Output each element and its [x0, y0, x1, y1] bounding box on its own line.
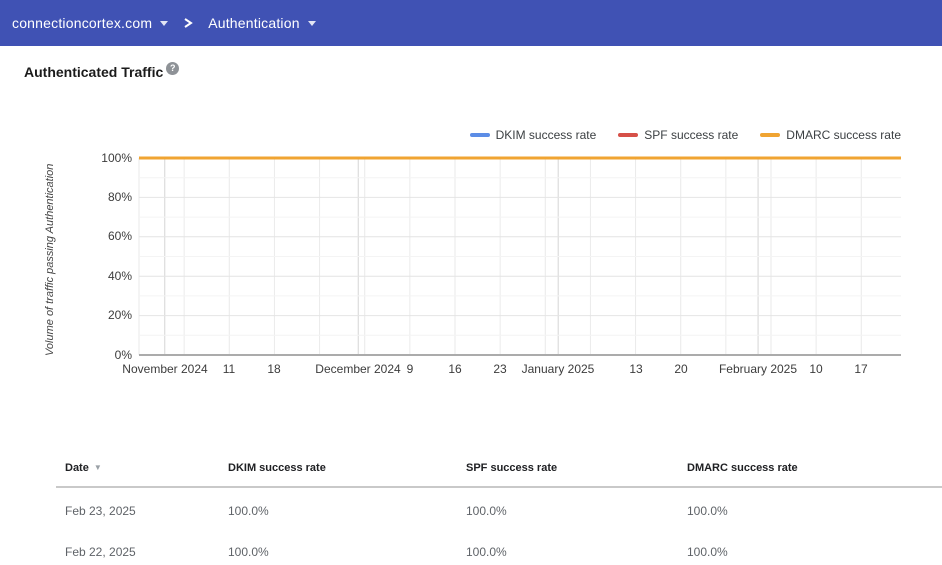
legend-swatch-icon	[760, 133, 780, 137]
page-header: Authenticated Traffic ?	[24, 64, 179, 80]
x-axis-tick: 10	[809, 362, 822, 376]
chevron-down-icon	[308, 21, 316, 26]
authenticated-traffic-chart: DKIM success rate SPF success rate DMARC s…	[0, 120, 942, 400]
help-icon[interactable]: ?	[166, 62, 179, 75]
y-axis-tick: 0%	[52, 348, 132, 363]
x-axis-tick: December 2024	[315, 362, 400, 376]
top-nav: connectioncortex.com Authentication	[0, 0, 942, 46]
legend-label: DKIM success rate	[496, 128, 597, 142]
legend-label: SPF success rate	[644, 128, 738, 142]
column-header[interactable]: DKIM success rate	[228, 462, 326, 474]
table-header-divider	[56, 486, 942, 488]
table-cell: 100.0%	[228, 545, 269, 559]
domain-selector[interactable]: connectioncortex.com	[10, 11, 170, 35]
y-axis-tick: 100%	[52, 151, 132, 166]
x-axis-tick: 16	[448, 362, 461, 376]
chart-legend: DKIM success rate SPF success rate DMARC s…	[470, 128, 901, 142]
y-axis-tick: 40%	[52, 269, 132, 284]
y-axis-tick: 20%	[52, 308, 132, 323]
chevron-right-icon	[183, 17, 193, 29]
x-axis-tick: February 2025	[719, 362, 797, 376]
sort-desc-icon: ▼	[94, 463, 102, 472]
legend-label: DMARC success rate	[786, 128, 901, 142]
table-cell: 100.0%	[687, 545, 728, 559]
column-header[interactable]: Date▼	[65, 462, 102, 474]
legend-item[interactable]: DMARC success rate	[760, 128, 901, 142]
x-axis-tick: 9	[407, 362, 414, 376]
section-selector[interactable]: Authentication	[206, 11, 318, 35]
table-cell: 100.0%	[466, 545, 507, 559]
table-cell: 100.0%	[687, 504, 728, 518]
x-axis-tick: 17	[854, 362, 867, 376]
x-axis-tick: 23	[493, 362, 506, 376]
postmaster-app: connectioncortex.com Authentication Auth…	[0, 0, 942, 565]
x-axis-tick: 13	[629, 362, 642, 376]
x-axis-tick: 18	[267, 362, 280, 376]
y-axis-title: Volume of traffic passing Authentication	[44, 158, 56, 356]
plot-area	[139, 158, 901, 357]
chevron-down-icon	[160, 21, 168, 26]
legend-item[interactable]: DKIM success rate	[470, 128, 597, 142]
table-cell: Feb 23, 2025	[65, 504, 136, 518]
legend-swatch-icon	[470, 133, 490, 137]
x-axis-tick: 20	[674, 362, 687, 376]
table-cell: 100.0%	[228, 504, 269, 518]
x-axis-tick: November 2024	[122, 362, 207, 376]
x-axis-tick: January 2025	[522, 362, 595, 376]
page-title: Authenticated Traffic	[24, 64, 163, 80]
legend-swatch-icon	[618, 133, 638, 137]
section-label: Authentication	[208, 15, 300, 31]
column-header[interactable]: DMARC success rate	[687, 462, 798, 474]
y-axis-tick: 60%	[52, 229, 132, 244]
y-axis-tick: 80%	[52, 190, 132, 205]
table-cell: Feb 22, 2025	[65, 545, 136, 559]
table-cell: 100.0%	[466, 504, 507, 518]
traffic-table: Date▼ DKIM success rate SPF success rate DM…	[0, 455, 942, 565]
domain-label: connectioncortex.com	[12, 15, 152, 31]
legend-item[interactable]: SPF success rate	[618, 128, 738, 142]
x-axis-tick: 11	[223, 362, 235, 376]
column-header[interactable]: SPF success rate	[466, 462, 557, 474]
